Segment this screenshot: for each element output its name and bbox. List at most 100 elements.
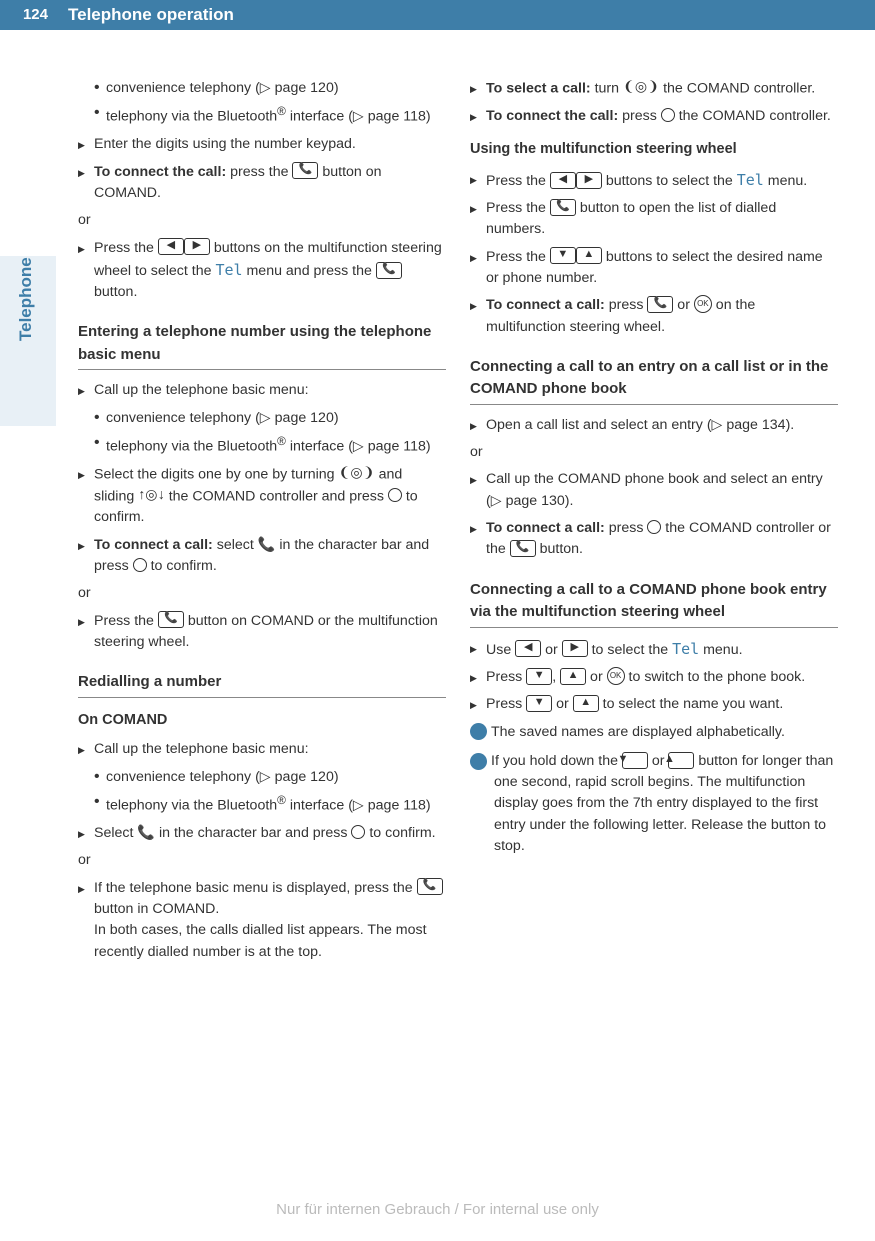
left-arrow-button-icon: ◀ — [515, 640, 541, 657]
text: Select the digits one by one by turning — [94, 466, 339, 482]
call-button-icon: 📞 — [376, 262, 402, 279]
text: menu. — [699, 642, 742, 658]
text: buttons to select the — [602, 173, 737, 189]
down-arrow-button-icon: ▼ — [550, 247, 576, 264]
text: Use — [486, 642, 515, 658]
step-item: To connect the call: press the COMAND co… — [470, 106, 838, 127]
step-bold: To connect a call: — [486, 297, 605, 313]
tel-menu-label: Tel — [672, 640, 699, 658]
text: telephony via the Bluetooth — [106, 798, 277, 814]
tel-menu-label: Tel — [215, 261, 242, 279]
step-item: To connect the call: press the 📞 button … — [78, 162, 446, 205]
step-bold: To connect a call: — [486, 520, 605, 536]
sub-heading: On COMAND — [78, 710, 446, 732]
text: Press the — [486, 200, 550, 216]
list-item: convenience telephony (▷ page 120) — [94, 408, 446, 429]
tel-menu-label: Tel — [737, 171, 764, 189]
text: Press the — [94, 240, 158, 256]
step-item: To select a call: turn ❨◎❩ the COMAND co… — [470, 78, 838, 100]
press-dial-icon — [647, 520, 661, 534]
text: Select — [94, 825, 137, 841]
page-header: 124 Telephone operation — [0, 0, 875, 30]
text: Press the — [486, 249, 550, 265]
step-bold: To connect a call: — [94, 537, 213, 553]
text: Press the — [94, 613, 158, 629]
text: If the telephone basic menu is displayed… — [94, 880, 417, 896]
text: menu and press the — [243, 263, 376, 279]
section-tab-label: Telephone — [13, 257, 39, 341]
text: button. — [94, 284, 137, 300]
text: telephony via the Bluetooth — [106, 109, 277, 125]
text: to confirm. — [147, 558, 217, 574]
step-item: Press the ▼▲ buttons to select the desir… — [470, 247, 838, 290]
section-heading: Redialling a number — [78, 671, 446, 698]
press-dial-icon — [661, 108, 675, 122]
text: interface (▷ page 118) — [286, 109, 431, 125]
text: to select the name you want. — [599, 696, 784, 712]
text: In both cases, the calls dialled list ap… — [94, 922, 427, 959]
step-bold: To connect the call: — [486, 108, 618, 124]
list-item: telephony via the Bluetooth® interface (… — [94, 433, 446, 458]
text: to select the — [588, 642, 672, 658]
or-text: or — [470, 442, 838, 463]
right-arrow-button-icon: ▶ — [562, 640, 588, 657]
text: button. — [536, 541, 583, 557]
phone-handset-icon: 📞 — [137, 825, 155, 841]
call-button-icon: 📞 — [292, 162, 318, 179]
step-item: Call up the COMAND phone book and select… — [470, 469, 838, 512]
up-arrow-button-icon: ▲ — [576, 247, 602, 264]
step-item: Press the 📞 button on COMAND or the mult… — [78, 611, 446, 654]
down-arrow-button-icon: ▼ — [622, 752, 648, 769]
text: telephony via the Bluetooth — [106, 439, 277, 455]
press-dial-icon — [388, 488, 402, 502]
text: Call up the telephone basic menu: — [94, 741, 309, 757]
step-item: Enter the digits using the number keypad… — [78, 134, 446, 155]
right-arrow-button-icon: ▶ — [576, 172, 602, 189]
text: select — [213, 537, 258, 553]
sub-heading: Using the multifunction steering wheel — [470, 139, 838, 161]
up-arrow-button-icon: ▲ — [560, 668, 586, 685]
list-item: convenience telephony (▷ page 120) — [94, 767, 446, 788]
left-arrow-button-icon: ◀ — [158, 238, 184, 255]
list-item: telephony via the Bluetooth® interface (… — [94, 792, 446, 817]
step-item: Open a call list and select an entry (▷ … — [470, 415, 838, 436]
watermark: Nur für internen Gebrauch / For internal… — [0, 1199, 875, 1222]
ok-button-icon: OK — [607, 667, 625, 685]
or-text: or — [78, 850, 446, 871]
or-text: or — [78, 583, 446, 604]
call-button-icon: 📞 — [510, 540, 536, 557]
text: If you hold down the — [491, 753, 622, 769]
step-item: To connect a call: select 📞 in the chara… — [78, 535, 446, 578]
left-column: convenience telephony (▷ page 120) telep… — [78, 78, 446, 969]
section-heading: Connecting a call to a COMAND phone book… — [470, 579, 838, 628]
call-button-icon: 📞 — [647, 296, 673, 313]
info-icon: i — [470, 723, 487, 740]
rotate-dial-icon: ❨◎❩ — [339, 463, 375, 484]
text: Press — [486, 669, 526, 685]
step-item: Press ▼ or ▲ to select the name you want… — [470, 694, 838, 715]
text: the COMAND controller and press — [165, 488, 388, 504]
slide-dial-icon: ↑◎↓ — [138, 485, 165, 506]
step-item: Press the 📞 button to open the list of d… — [470, 198, 838, 241]
ok-button-icon: OK — [694, 295, 712, 313]
text: or — [541, 642, 562, 658]
step-item: Call up the telephone basic menu: conven… — [78, 380, 446, 458]
section-tab: Telephone — [0, 256, 56, 426]
down-arrow-button-icon: ▼ — [526, 695, 552, 712]
step-item: To connect a call: press the COMAND cont… — [470, 518, 838, 561]
call-button-icon: 📞 — [417, 878, 443, 895]
text: or — [586, 669, 607, 685]
step-item: Press the ◀▶ buttons to select the Tel m… — [470, 169, 838, 192]
down-arrow-button-icon: ▼ — [526, 668, 552, 685]
press-dial-icon — [351, 825, 365, 839]
or-text: or — [78, 210, 446, 231]
step-item: Press ▼, ▲ or OK to switch to the phone … — [470, 667, 838, 688]
text: to confirm. — [365, 825, 435, 841]
text: or — [552, 696, 573, 712]
list-item: convenience telephony (▷ page 120) — [94, 78, 446, 99]
left-arrow-button-icon: ◀ — [550, 172, 576, 189]
text: press — [605, 297, 648, 313]
text: , — [552, 669, 560, 685]
step-item: To connect a call: press 📞 or OK on the … — [470, 295, 838, 338]
info-note: iIf you hold down the ▼ or ▲ button for … — [470, 751, 838, 857]
